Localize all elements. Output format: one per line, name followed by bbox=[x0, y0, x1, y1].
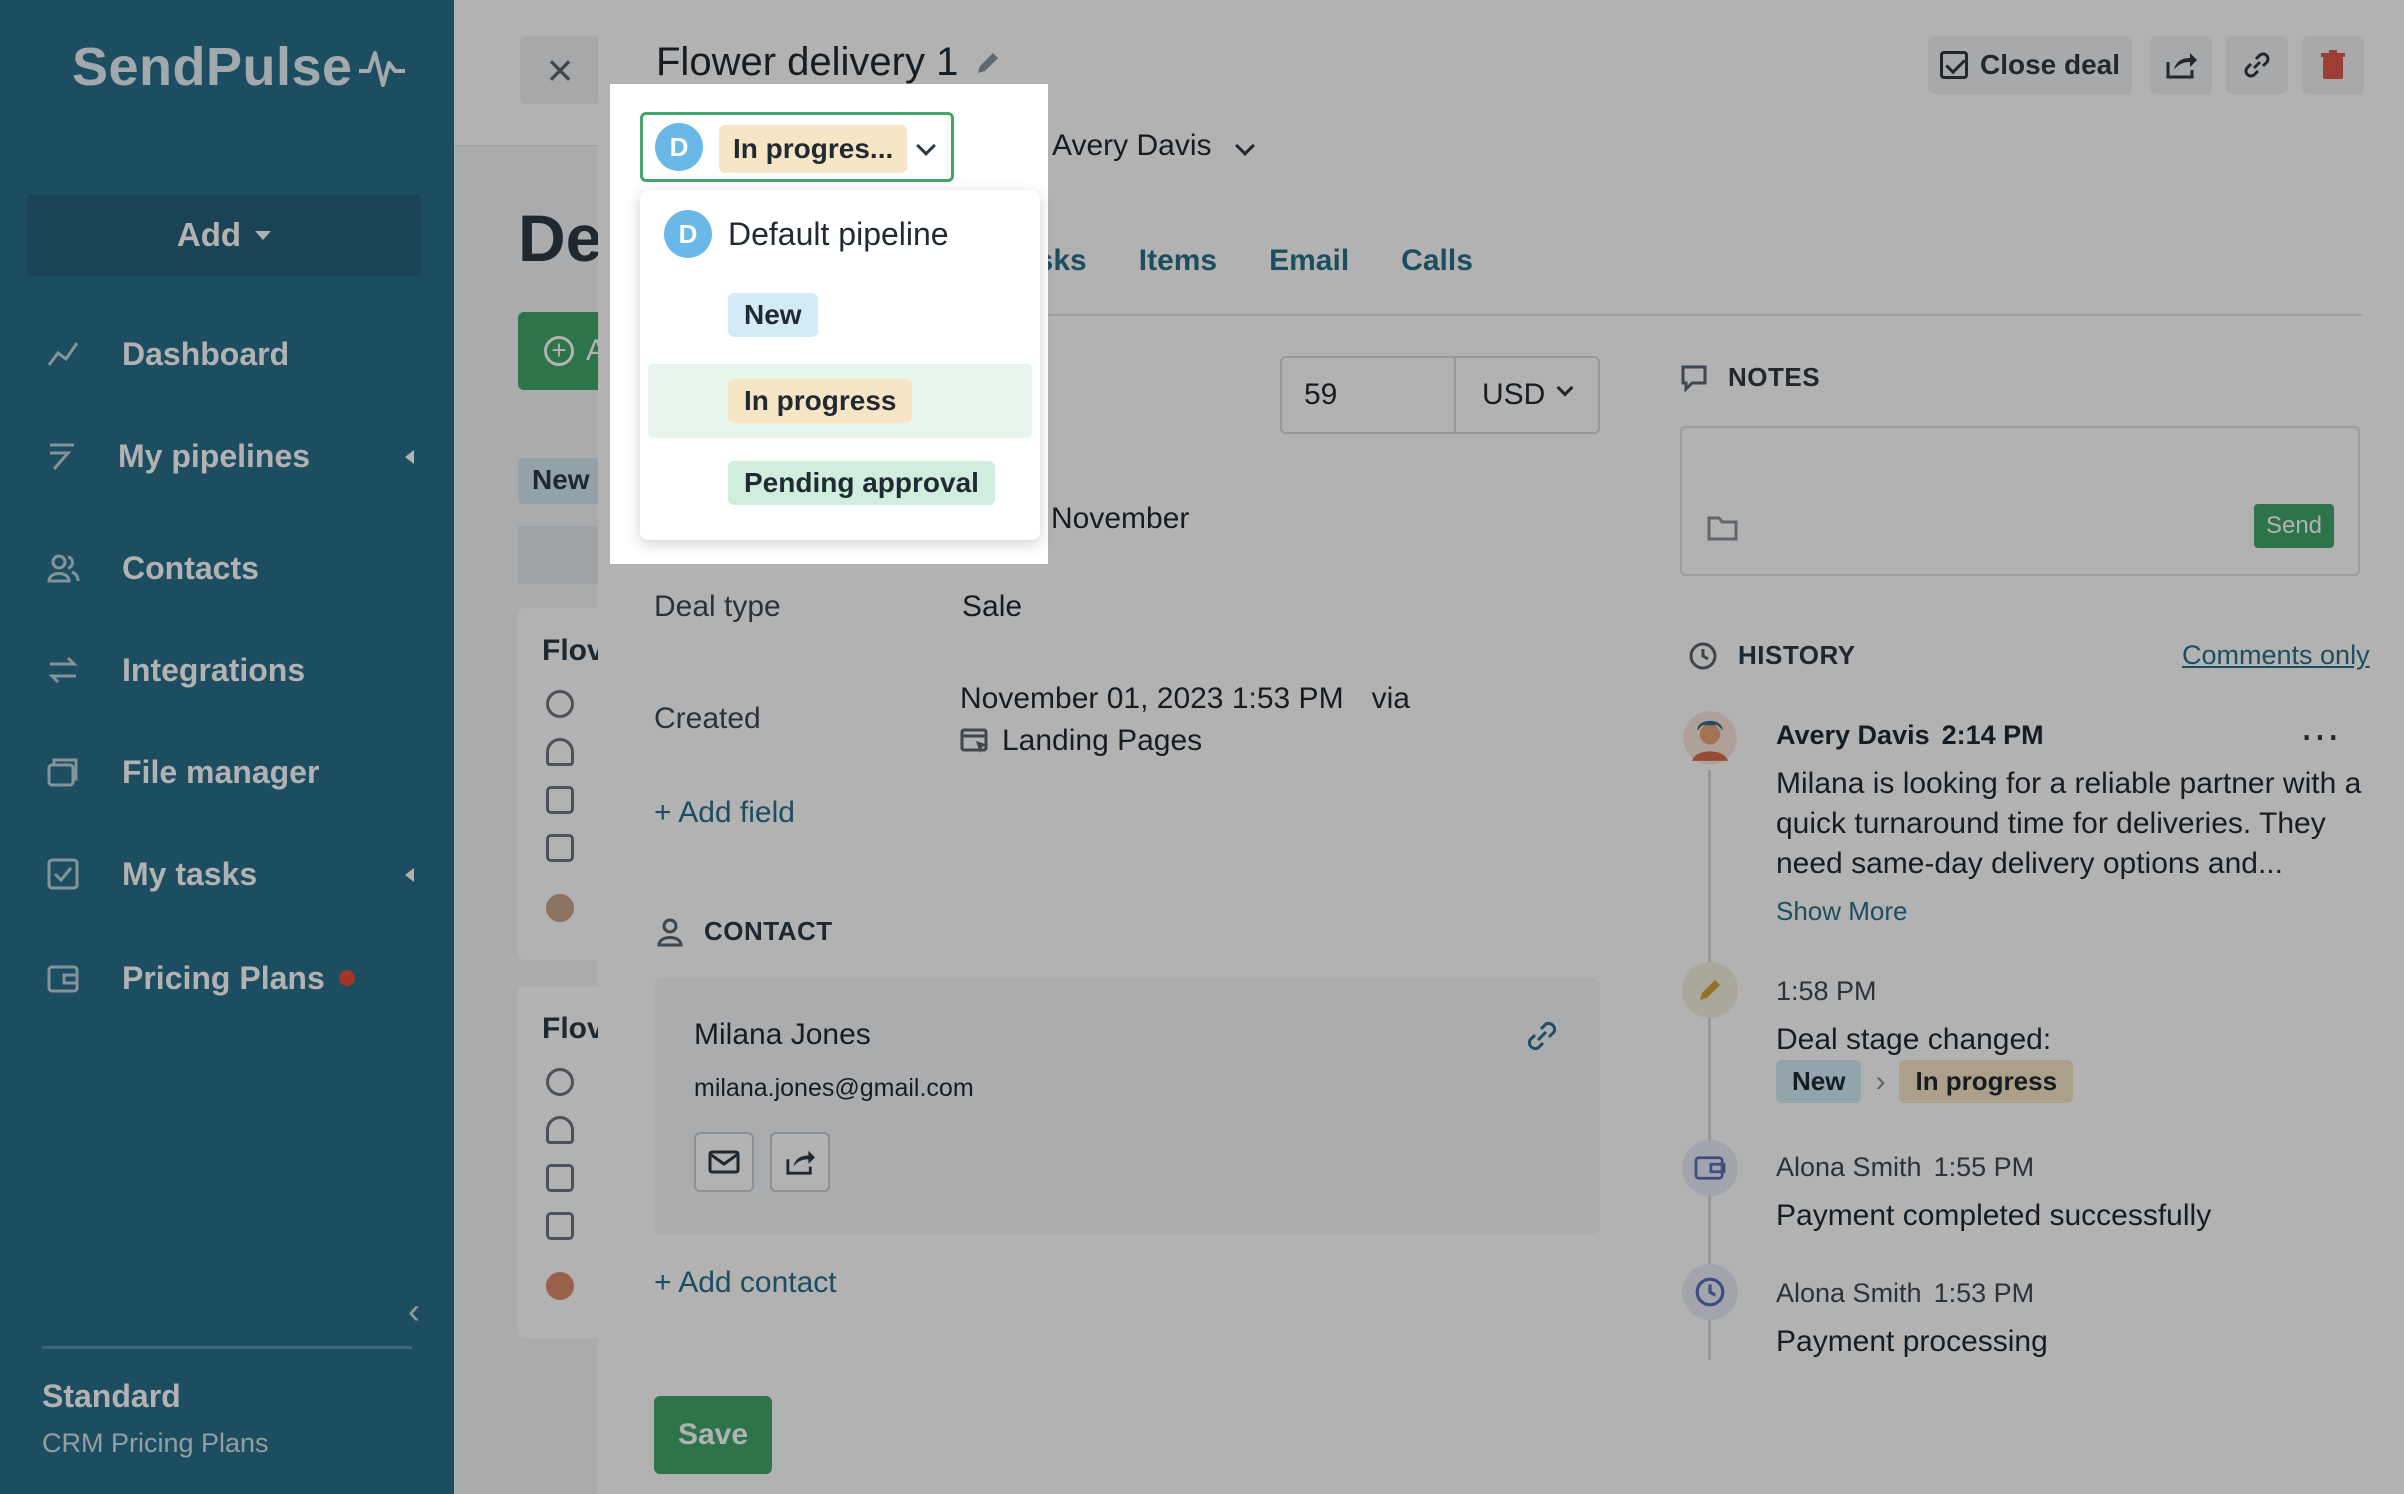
stage-option-label: In progress bbox=[728, 379, 913, 423]
stage-select[interactable]: D In progres... bbox=[640, 112, 954, 182]
pipeline-name: Default pipeline bbox=[728, 215, 949, 252]
chevron-down-icon bbox=[916, 136, 936, 156]
pipeline-avatar: D bbox=[655, 123, 703, 171]
stage-option-in-progress[interactable]: In progress bbox=[648, 364, 1032, 438]
stage-option-pending-approval[interactable]: Pending approval bbox=[648, 446, 1032, 520]
stage-option-new[interactable]: New bbox=[648, 278, 1032, 352]
stage-menu: D Default pipeline New In progress Pendi… bbox=[640, 190, 1040, 540]
pipeline-avatar: D bbox=[664, 210, 712, 258]
current-stage-tag: In progres... bbox=[719, 125, 908, 173]
pipeline-header: D Default pipeline bbox=[664, 210, 949, 258]
stage-option-label: Pending approval bbox=[728, 461, 995, 505]
modal-overlay[interactable] bbox=[0, 0, 2404, 1494]
stage-option-label: New bbox=[728, 293, 818, 337]
